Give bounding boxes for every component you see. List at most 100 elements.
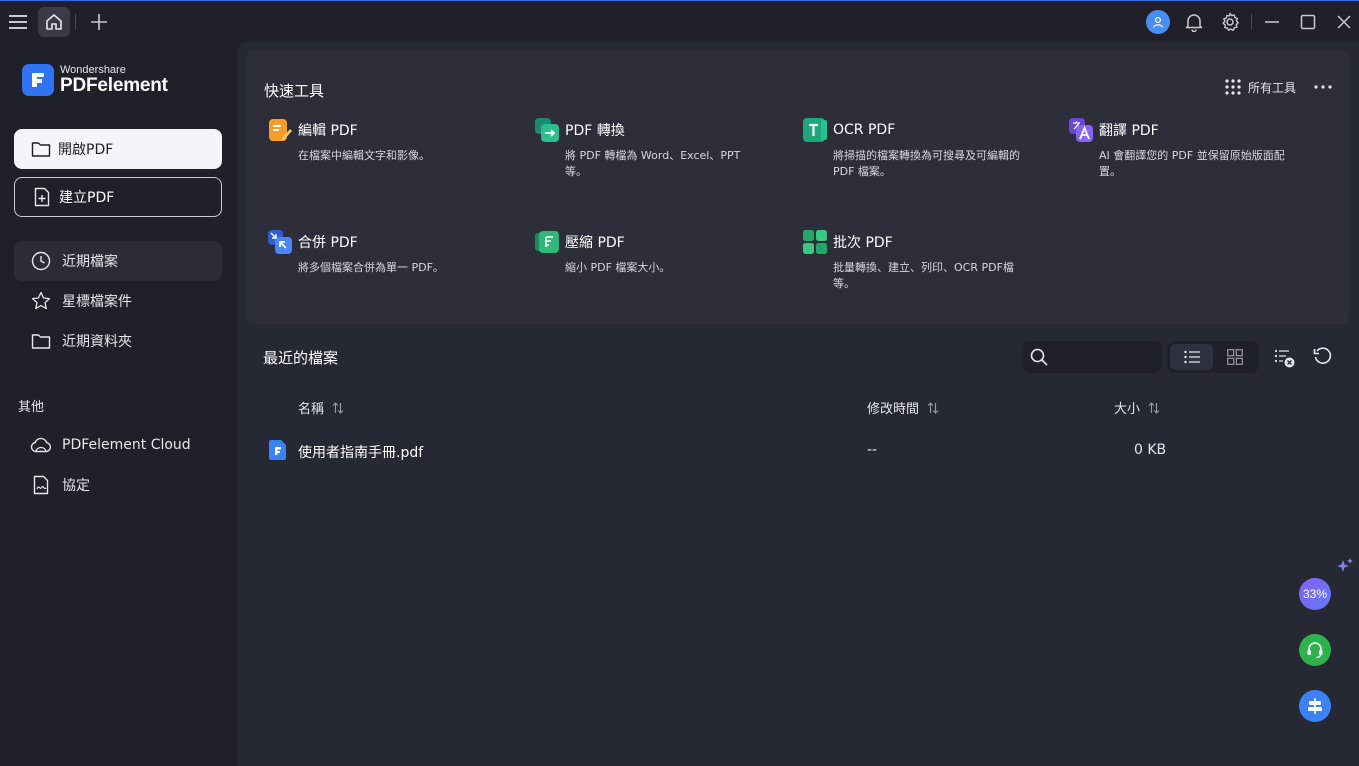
ocr-pdf-icon: [803, 118, 827, 142]
refresh-icon: [1313, 347, 1332, 364]
clear-list-icon: [1274, 349, 1295, 368]
open-pdf-label: 開啟PDF: [58, 142, 114, 158]
sidebar-item-label: 星標檔案件: [62, 294, 132, 310]
tool-description: 批量轉換、建立、列印、OCR PDF檔等。: [833, 261, 1014, 290]
open-pdf-button[interactable]: 開啟PDF: [14, 129, 222, 169]
clock-icon: [30, 250, 52, 272]
column-header-label: 修改時間: [867, 402, 920, 417]
quick-tools-title: 快速工具: [264, 82, 325, 100]
tool-description: 縮小 PDF 檔案大小。: [565, 261, 671, 274]
batch-pdf-icon: [803, 230, 827, 254]
folder-open-icon: [30, 138, 52, 160]
quick-tools-panel: 快速工具 所有工具 編輯 PDF 在檔案中編輯文字和影像。 PDF 轉換 將 P…: [247, 50, 1349, 324]
tool-name: 編輯 PDF: [298, 123, 358, 139]
recent-files-title: 最近的檔案: [263, 349, 339, 367]
column-header-label: 名稱: [298, 402, 325, 417]
tool-merge-pdf[interactable]: 合併 PDF 將多個檔案合併為單一 PDF。: [268, 230, 508, 276]
gear-icon: [1222, 12, 1239, 31]
sidebar-item-starred[interactable]: 星標檔案件: [14, 281, 222, 321]
all-tools-button[interactable]: 所有工具: [1224, 78, 1296, 96]
minimize-window-button[interactable]: [1260, 10, 1284, 34]
pdfelement-logo-icon: [22, 64, 54, 96]
refresh-button[interactable]: [1313, 346, 1335, 368]
pdf-file-icon: [269, 440, 287, 460]
maximize-window-button[interactable]: [1296, 10, 1320, 34]
cloud-icon: [30, 434, 52, 456]
sparkle-icon: [1335, 558, 1355, 574]
hamburger-menu-icon[interactable]: [6, 9, 30, 35]
tool-name: PDF 轉換: [565, 123, 625, 139]
tool-convert-pdf[interactable]: PDF 轉換 將 PDF 轉檔為 Word、Excel、PPT 等。: [535, 118, 775, 180]
create-pdf-label: 建立PDF: [59, 190, 115, 206]
search-input[interactable]: [1022, 341, 1162, 373]
tool-description: AI 會翻譯您的 PDF 並保留原始版面配置。: [1099, 149, 1285, 178]
tool-batch-pdf[interactable]: 批次 PDF 批量轉換、建立、列印、OCR PDF檔等。: [803, 230, 1043, 292]
tool-description: 將 PDF 轉檔為 Word、Excel、PPT 等。: [565, 149, 741, 178]
minimize-icon: [1265, 21, 1279, 23]
merge-pdf-icon: [268, 230, 292, 254]
other-section-label: 其他: [18, 400, 45, 415]
brand-name: PDFelement: [60, 75, 168, 96]
more-options-icon[interactable]: [1313, 78, 1333, 96]
grid-view-button[interactable]: [1213, 344, 1256, 370]
sort-icon: [927, 401, 939, 414]
support-headset-button[interactable]: [1299, 634, 1331, 666]
create-pdf-button[interactable]: 建立PDF: [14, 177, 222, 217]
divider: [1251, 14, 1252, 30]
headset-icon: [1307, 642, 1323, 659]
file-name: 使用者指南手冊.pdf: [298, 445, 424, 461]
tool-name: 批次 PDF: [833, 235, 893, 251]
sidebar-item-recent-files[interactable]: 近期檔案: [14, 241, 222, 281]
tool-name: OCR PDF: [833, 122, 896, 138]
close-window-button[interactable]: [1332, 10, 1356, 34]
tool-ocr-pdf[interactable]: OCR PDF 將掃描的檔案轉換為可搜尋及可編輯的 PDF 檔案。: [803, 118, 1043, 180]
new-tab-button[interactable]: [86, 9, 112, 35]
column-header-modified[interactable]: 修改時間: [867, 398, 939, 417]
sidebar-item-label: 近期資料夾: [62, 334, 132, 350]
maximize-icon: [1300, 14, 1316, 30]
sort-icon: [1148, 401, 1160, 414]
home-icon: [46, 14, 62, 30]
ai-percent-label: 33%: [1302, 587, 1328, 601]
tool-description: 在檔案中編輯文字和影像。: [298, 149, 430, 162]
sidebar: Wondershare PDFelement 開啟PDF 建立PDF 近期檔案 …: [0, 42, 238, 766]
tool-description: 將掃描的檔案轉換為可搜尋及可編輯的 PDF 檔案。: [833, 149, 1020, 178]
main-content: 快速工具 所有工具 編輯 PDF 在檔案中編輯文字和影像。 PDF 轉換 將 P…: [238, 42, 1359, 766]
clear-list-button[interactable]: [1274, 347, 1296, 369]
settings-button[interactable]: [1218, 10, 1242, 34]
sidebar-item-agreement[interactable]: 協定: [14, 465, 222, 505]
tool-compress-pdf[interactable]: 壓縮 PDF 縮小 PDF 檔案大小。: [535, 230, 775, 276]
account-avatar-button[interactable]: [1146, 10, 1170, 34]
notification-bell-button[interactable]: [1182, 10, 1206, 34]
list-view-button[interactable]: [1170, 344, 1213, 370]
list-icon: [1183, 350, 1200, 364]
column-header-name[interactable]: 名稱: [298, 398, 344, 417]
file-modified: --: [867, 442, 878, 458]
tool-edit-pdf[interactable]: 編輯 PDF 在檔案中編輯文字和影像。: [268, 118, 508, 164]
grid-dots-icon: [1224, 78, 1242, 96]
title-bar: [0, 0, 1359, 42]
grid-icon: [1226, 349, 1243, 365]
tool-name: 合併 PDF: [298, 235, 358, 251]
sidebar-item-cloud[interactable]: PDFelement Cloud: [14, 425, 222, 465]
tool-translate-pdf[interactable]: 翻譯 PDF AI 會翻譯您的 PDF 並保留原始版面配置。: [1069, 118, 1309, 180]
ai-assistant-button[interactable]: 33%: [1299, 578, 1331, 610]
translate-pdf-icon: [1069, 118, 1093, 142]
split-view-button[interactable]: [1299, 690, 1331, 722]
table-row[interactable]: 使用者指南手冊.pdf -- 0 KB: [238, 432, 1359, 468]
file-size: 0 KB: [1134, 442, 1167, 458]
user-icon: [1152, 16, 1164, 28]
star-icon: [30, 290, 52, 312]
agreement-icon: [30, 474, 52, 496]
search-icon: [1030, 348, 1048, 366]
app-logo: Wondershare PDFelement: [22, 64, 168, 96]
close-icon: [1337, 15, 1351, 29]
sort-icon: [332, 401, 344, 414]
tool-description: 將多個檔案合併為單一 PDF。: [298, 261, 444, 274]
split-icon: [1308, 698, 1322, 714]
convert-pdf-icon: [535, 118, 559, 142]
sidebar-item-label: 近期檔案: [62, 254, 118, 270]
home-tab-button[interactable]: [38, 7, 70, 37]
column-header-size[interactable]: 大小: [1114, 398, 1160, 417]
sidebar-item-recent-folders[interactable]: 近期資料夾: [14, 321, 222, 361]
